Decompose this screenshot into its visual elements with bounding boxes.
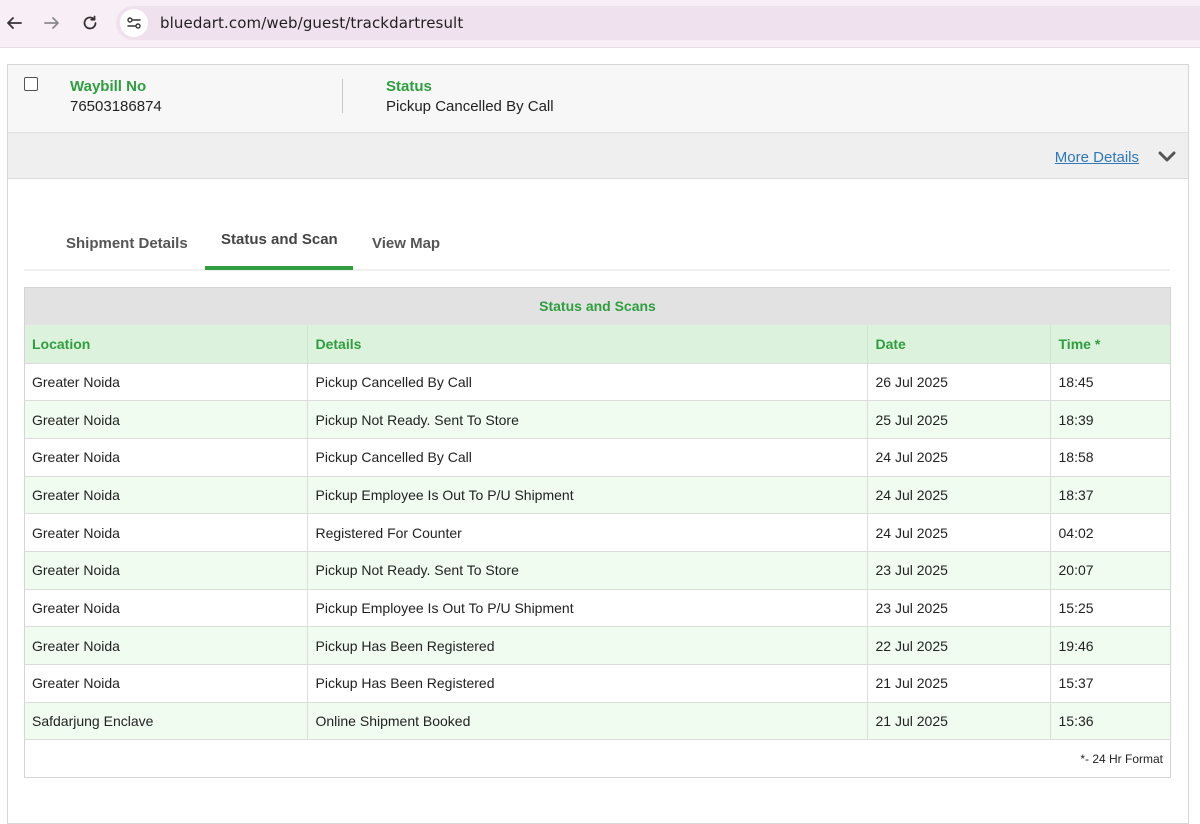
reload-icon[interactable]	[78, 11, 102, 35]
cell-time: 19:46	[1050, 626, 1171, 665]
status-label: Status	[386, 78, 432, 95]
cell-location: Greater Noida	[24, 475, 308, 514]
table-row: Greater Noida Pickup Cancelled By Call 24 …	[24, 437, 1171, 477]
waybill-number: 76503186874	[70, 98, 162, 115]
tab-status-and-scan[interactable]: Status and Scan	[221, 231, 338, 248]
cell-details: Pickup Employee Is Out To P/U Shipment	[307, 475, 868, 514]
site-settings-icon[interactable]	[120, 9, 148, 37]
table-header-row: Location Details Date Time *	[24, 325, 1171, 363]
table-row: Greater Noida Pickup Has Been Registered 2…	[24, 626, 1171, 665]
table-row: Greater Noida Pickup Employee Is Out To P…	[24, 588, 1171, 627]
detail-tabs: Shipment Details Status and Scan View Ma…	[24, 215, 1170, 271]
url-text[interactable]: bluedart.com/web/guest/trackdartresult	[160, 14, 463, 32]
table-row: Greater Noida Pickup Not Ready. Sent To S…	[24, 400, 1171, 439]
status-scans-table: Status and Scans Location Details Date T…	[24, 287, 1171, 778]
cell-details: Pickup Employee Is Out To P/U Shipment	[307, 588, 868, 627]
waybill-label: Waybill No	[70, 78, 147, 95]
more-details-bar: More Details	[8, 133, 1188, 179]
chevron-down-icon[interactable]	[1158, 150, 1176, 164]
cell-details: Pickup Cancelled By Call	[307, 362, 868, 401]
cell-time: 04:02	[1050, 513, 1171, 552]
tab-shipment-details[interactable]: Shipment Details	[66, 235, 188, 252]
table-caption: Status and Scans	[24, 287, 1171, 325]
cell-date: 21 Jul 2025	[867, 701, 1051, 740]
cell-location: Greater Noida	[24, 362, 308, 401]
cell-details: Pickup Not Ready. Sent To Store	[307, 400, 868, 439]
status-value: Pickup Cancelled By Call	[386, 98, 554, 115]
select-checkbox[interactable]	[24, 77, 38, 91]
column-header-location: Location	[24, 325, 308, 363]
cell-details: Pickup Not Ready. Sent To Store	[307, 550, 868, 590]
cell-time: 15:36	[1050, 701, 1171, 740]
table-row: Greater Noida Pickup Not Ready. Sent To S…	[24, 550, 1171, 590]
cell-details: Pickup Has Been Registered	[307, 664, 868, 703]
shipment-summary: Waybill No 76503186874 Status Pickup Can…	[8, 65, 1188, 133]
summary-divider	[342, 79, 343, 113]
cell-date: 26 Jul 2025	[867, 362, 1051, 401]
back-arrow-icon[interactable]	[2, 11, 26, 35]
cell-date: 23 Jul 2025	[867, 550, 1051, 590]
cell-time: 18:45	[1050, 362, 1171, 401]
cell-location: Greater Noida	[24, 626, 308, 665]
cell-date: 23 Jul 2025	[867, 588, 1051, 627]
cell-time: 18:37	[1050, 475, 1171, 514]
cell-location: Greater Noida	[24, 550, 308, 590]
cell-date: 24 Jul 2025	[867, 475, 1051, 514]
table-caption-row: Status and Scans	[24, 287, 1171, 325]
cell-details: Online Shipment Booked	[307, 701, 868, 740]
cell-location: Greater Noida	[24, 664, 308, 703]
browser-toolbar: bluedart.com/web/guest/trackdartresult	[0, 0, 1200, 48]
table-row: Safdarjung Enclave Online Shipment Booked…	[24, 701, 1171, 740]
cell-time: 20:07	[1050, 550, 1171, 590]
cell-date: 24 Jul 2025	[867, 513, 1051, 552]
cell-time: 18:58	[1050, 437, 1171, 477]
cell-time: 18:39	[1050, 400, 1171, 439]
cell-date: 21 Jul 2025	[867, 664, 1051, 703]
column-header-details: Details	[307, 325, 868, 363]
cell-date: 22 Jul 2025	[867, 626, 1051, 665]
cell-date: 24 Jul 2025	[867, 437, 1051, 477]
table-row: Greater Noida Pickup Cancelled By Call 26 …	[24, 362, 1171, 401]
table-footnote-row: *- 24 Hr Format	[24, 739, 1171, 778]
table-row: Greater Noida Registered For Counter 24 Ju…	[24, 513, 1171, 552]
forward-arrow-icon[interactable]	[40, 11, 64, 35]
time-format-note: *- 24 Hr Format	[24, 739, 1171, 778]
more-details-link[interactable]: More Details	[1055, 149, 1139, 166]
cell-date: 25 Jul 2025	[867, 400, 1051, 439]
address-bar[interactable]: bluedart.com/web/guest/trackdartresult	[116, 6, 1200, 40]
table-row: Greater Noida Pickup Employee Is Out To P…	[24, 475, 1171, 514]
table-row: Greater Noida Pickup Has Been Registered 2…	[24, 664, 1171, 703]
tab-view-map[interactable]: View Map	[372, 235, 440, 252]
cell-location: Safdarjung Enclave	[24, 701, 308, 740]
cell-location: Greater Noida	[24, 588, 308, 627]
cell-location: Greater Noida	[24, 513, 308, 552]
cell-details: Registered For Counter	[307, 513, 868, 552]
cell-time: 15:37	[1050, 664, 1171, 703]
cell-details: Pickup Has Been Registered	[307, 626, 868, 665]
active-tab-indicator	[205, 266, 353, 270]
cell-details: Pickup Cancelled By Call	[307, 437, 868, 477]
cell-location: Greater Noida	[24, 400, 308, 439]
cell-time: 15:25	[1050, 588, 1171, 627]
cell-location: Greater Noida	[24, 437, 308, 477]
column-header-date: Date	[867, 325, 1051, 363]
column-header-time: Time *	[1050, 325, 1171, 363]
tracking-card: Waybill No 76503186874 Status Pickup Can…	[7, 64, 1189, 824]
